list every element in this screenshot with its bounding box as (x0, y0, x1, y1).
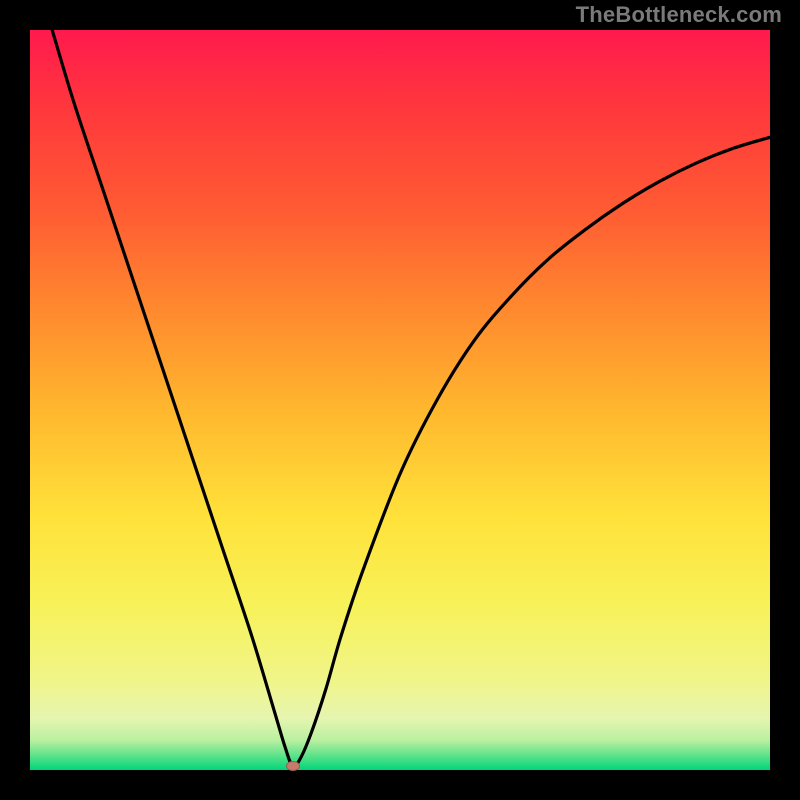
watermark-text: TheBottleneck.com (576, 2, 782, 28)
bottleneck-curve (30, 30, 770, 770)
chart-frame: TheBottleneck.com (0, 0, 800, 800)
